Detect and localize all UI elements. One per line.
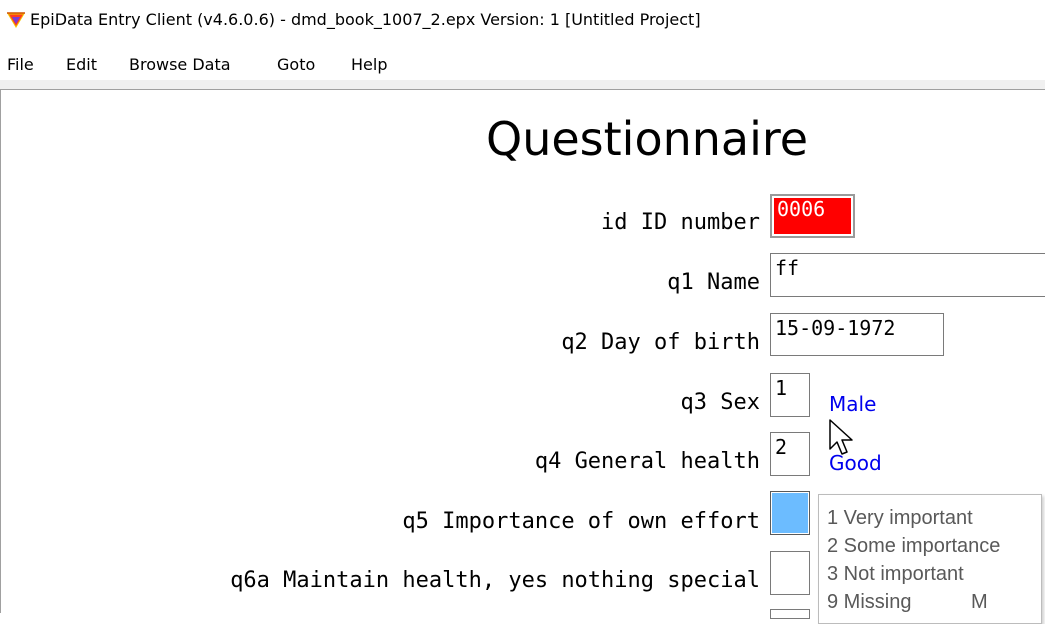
id-number-value: 0006: [774, 198, 851, 234]
general-health-field[interactable]: 2: [770, 432, 810, 476]
sex-field[interactable]: 1: [770, 373, 810, 417]
epidata-app-icon: [7, 12, 25, 28]
toolbar-separator: [0, 80, 1045, 89]
form-heading: Questionnaire: [486, 112, 809, 166]
label-q6a: q6a Maintain health, yes nothing special: [230, 568, 760, 593]
menu-file[interactable]: File: [7, 55, 34, 74]
popup-item-3[interactable]: 3 Not important: [827, 563, 964, 586]
importance-own-effort-focus: [772, 493, 808, 533]
label-q5: q5 Importance of own effort: [402, 509, 760, 534]
sex-value-label: Male: [829, 392, 877, 416]
next-field[interactable]: [770, 609, 810, 619]
day-of-birth-field[interactable]: 15-09-1972: [770, 313, 944, 356]
importance-own-effort-field[interactable]: [770, 491, 810, 535]
title-bar: EpiData Entry Client (v4.6.0.6) - dmd_bo…: [0, 0, 1045, 40]
menu-help[interactable]: Help: [351, 55, 387, 74]
popup-item-2[interactable]: 2 Some importance: [827, 535, 1000, 558]
maintain-health-field[interactable]: [770, 551, 810, 595]
label-q1: q1 Name: [667, 270, 760, 295]
popup-item-1[interactable]: 1 Very important: [827, 507, 973, 530]
label-q3: q3 Sex: [680, 390, 760, 415]
mouse-pointer-icon: [829, 419, 853, 455]
window-title: EpiData Entry Client (v4.6.0.6) - dmd_bo…: [30, 10, 701, 29]
name-field[interactable]: ff: [770, 253, 1045, 297]
label-q2: q2 Day of birth: [561, 330, 760, 355]
label-q4: q4 General health: [534, 449, 760, 474]
menu-bar: File Edit Browse Data Goto Help: [0, 50, 1045, 80]
menu-goto[interactable]: Goto: [277, 55, 315, 74]
popup-missing-key: M: [971, 591, 988, 613]
value-labels-popup: 1 Very important 2 Some importance 3 Not…: [818, 494, 1042, 624]
popup-item-9[interactable]: 9 Missing: [827, 591, 911, 614]
menu-browse-data[interactable]: Browse Data: [129, 55, 231, 74]
label-id: id ID number: [601, 210, 760, 235]
id-number-field[interactable]: 0006: [770, 194, 855, 238]
menu-edit[interactable]: Edit: [66, 55, 97, 74]
